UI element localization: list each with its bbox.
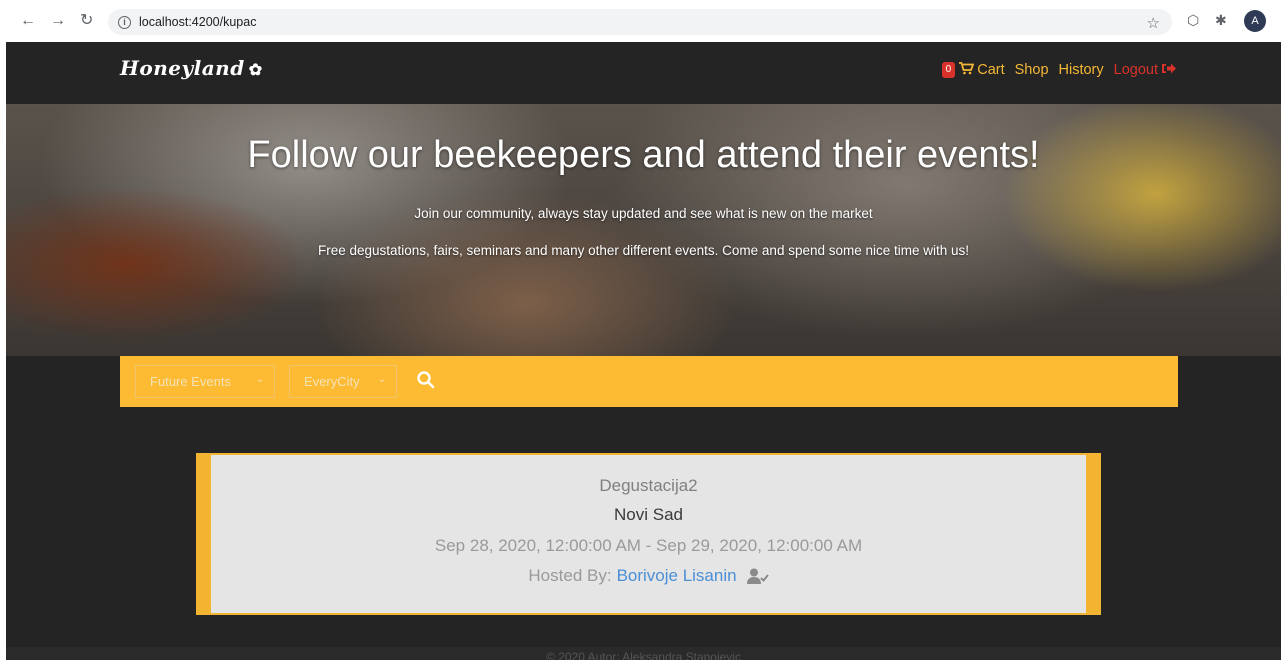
event-card[interactable]: Degustacija2 Novi Sad Sep 28, 2020, 12:0… bbox=[196, 453, 1101, 615]
reload-icon[interactable]: ↻ bbox=[80, 12, 93, 30]
chevron-down-icon: ⌄ bbox=[377, 374, 386, 385]
page: Honeyland ✿ 0 Cart Shop History Logout Fo… bbox=[6, 42, 1281, 660]
hero-banner: Follow our beekeepers and attend their e… bbox=[6, 104, 1281, 356]
cart-icon-svg bbox=[959, 62, 975, 75]
brand-logo[interactable]: Honeyland ✿ bbox=[120, 56, 263, 80]
cart-icon[interactable] bbox=[959, 62, 975, 78]
event-card-body: Degustacija2 Novi Sad Sep 28, 2020, 12:0… bbox=[211, 455, 1086, 613]
nav-links: 0 Cart Shop History Logout bbox=[941, 62, 1177, 78]
profile-avatar[interactable]: A bbox=[1244, 10, 1266, 32]
time-filter-value: Future Events bbox=[150, 374, 231, 389]
chevron-down-icon: ⌄ bbox=[255, 374, 264, 385]
logout-icon bbox=[1161, 62, 1177, 78]
event-dates: Sep 28, 2020, 12:00:00 AM - Sep 29, 2020… bbox=[434, 536, 863, 555]
shop-link[interactable]: Shop bbox=[1015, 62, 1049, 78]
extension-cube-icon[interactable]: ⬡ bbox=[1187, 12, 1199, 29]
city-filter-value: EveryCity bbox=[304, 374, 360, 389]
event-host: Hosted By: Borivoje Lisanin bbox=[211, 566, 1086, 586]
logout-link[interactable]: Logout bbox=[1114, 62, 1177, 78]
search-icon[interactable] bbox=[416, 370, 436, 390]
hero-subtitle-2: Free degustations, fairs, seminars and m… bbox=[317, 243, 970, 258]
host-name-link[interactable]: Borivoje Lisanin bbox=[617, 566, 737, 586]
hero-subtitle-1: Join our community, always stay updated … bbox=[414, 206, 873, 221]
info-icon[interactable]: i bbox=[118, 15, 131, 29]
event-city: Novi Sad bbox=[614, 505, 683, 524]
event-name: Degustacija2 bbox=[599, 476, 698, 495]
cart-link[interactable]: Cart bbox=[977, 62, 1004, 78]
hero-title: Follow our beekeepers and attend their e… bbox=[247, 134, 1040, 176]
browser-toolbar: ← → ↻ i localhost:4200/kupac ☆ ⬡ ✱ A bbox=[0, 0, 1281, 42]
user-check-icon bbox=[746, 568, 769, 584]
footer: © 2020 Autor: Aleksandra Stanojevic bbox=[6, 647, 1281, 660]
footer-text: © 2020 Autor: Aleksandra Stanojevic bbox=[546, 650, 741, 660]
extensions-puzzle-icon[interactable]: ✱ bbox=[1215, 12, 1227, 29]
history-link[interactable]: History bbox=[1059, 62, 1104, 78]
bee-icon: ✿ bbox=[248, 60, 263, 79]
cart-count-badge: 0 bbox=[941, 62, 956, 78]
filter-bar: Future Events ⌄ EveryCity ⌄ bbox=[120, 356, 1178, 407]
brand-name: Honeyland bbox=[120, 56, 245, 80]
time-filter-select[interactable]: Future Events ⌄ bbox=[135, 365, 275, 398]
bookmark-star-icon[interactable]: ☆ bbox=[1147, 14, 1160, 32]
url-text[interactable]: localhost:4200/kupac bbox=[139, 15, 256, 29]
hosted-by-label: Hosted By: bbox=[528, 566, 612, 585]
navbar: Honeyland ✿ 0 Cart Shop History Logout bbox=[6, 42, 1281, 104]
forward-arrow-icon[interactable]: → bbox=[50, 12, 66, 30]
city-filter-select[interactable]: EveryCity ⌄ bbox=[289, 365, 397, 398]
address-bar[interactable]: i localhost:4200/kupac ☆ bbox=[108, 9, 1172, 35]
back-arrow-icon[interactable]: ← bbox=[20, 12, 36, 30]
logout-label: Logout bbox=[1113, 62, 1158, 78]
